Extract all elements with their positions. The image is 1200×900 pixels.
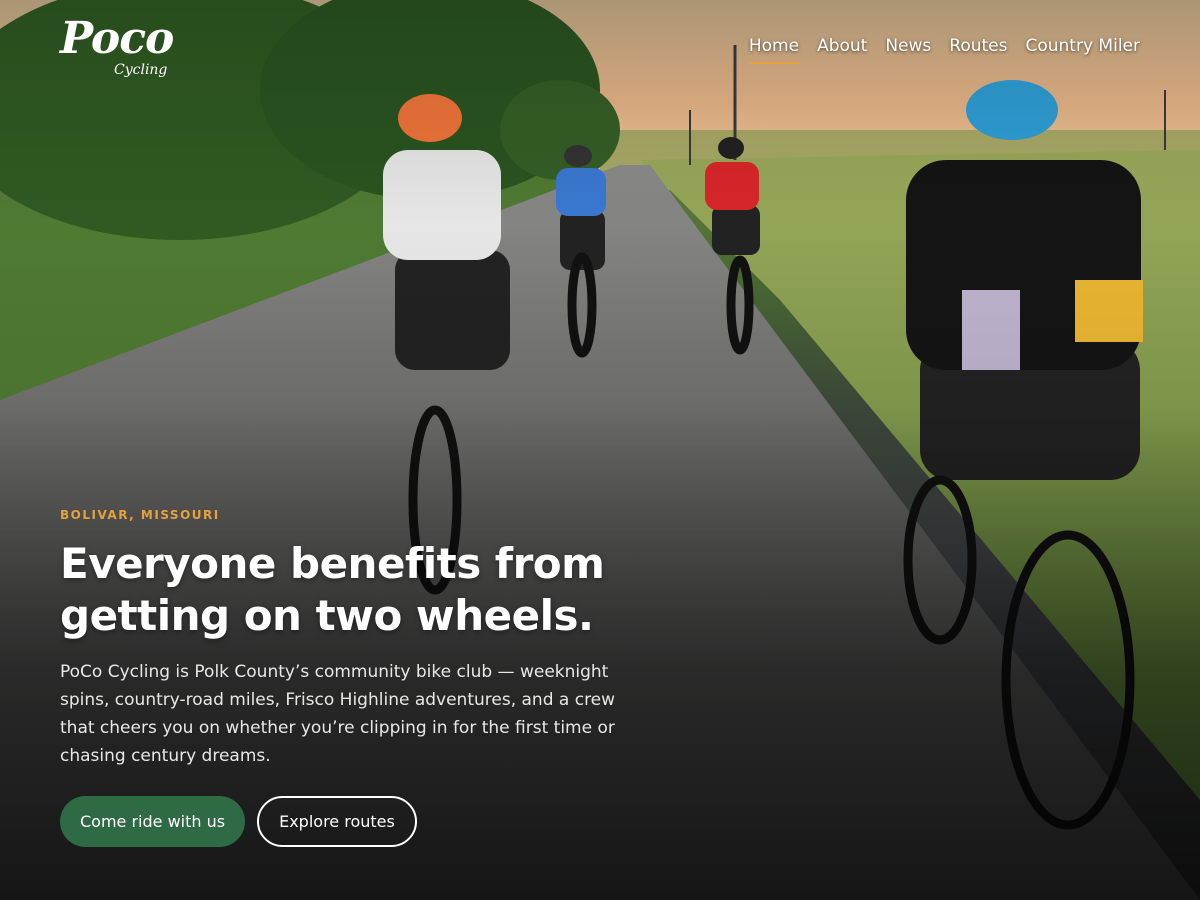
hero-headline: Everyone benefits from getting on two wh… xyxy=(60,539,605,640)
nav-about[interactable]: About xyxy=(817,36,867,64)
come-ride-button[interactable]: Come ride with us xyxy=(60,796,246,847)
explore-routes-button[interactable]: Explore routes xyxy=(257,796,417,847)
nav-country-miler[interactable]: Country Miler xyxy=(1025,36,1140,64)
hero-actions: Come ride with us Explore routes xyxy=(60,796,660,847)
logo-subtitle: Cycling xyxy=(114,62,168,78)
nav-home[interactable]: Home xyxy=(748,36,800,64)
hero-location-eyebrow: BOLIVAR, MISSOURI xyxy=(60,508,220,522)
logo-wordmark: Poco xyxy=(60,13,174,64)
hero-description: PoCo Cycling is Polk County’s community … xyxy=(60,662,616,766)
nav-routes[interactable]: Routes xyxy=(949,36,1007,64)
main-nav: Home About News Routes Country Miler xyxy=(748,36,1140,64)
nav-news[interactable]: News xyxy=(885,36,931,64)
hero-content: BOLIVAR, MISSOURI Everyone benefits from… xyxy=(60,508,660,847)
site-logo[interactable]: Poco Cycling xyxy=(60,13,174,84)
hero-section: Poco Cycling Home About News Routes Coun… xyxy=(0,0,1200,900)
